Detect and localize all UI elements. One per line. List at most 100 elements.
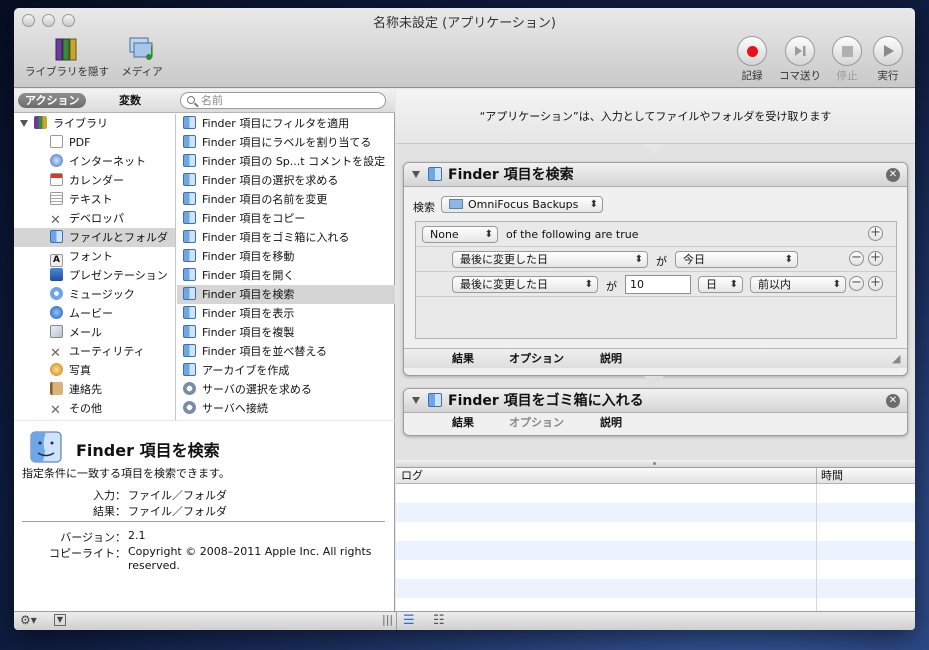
search-location-label: 検索: [413, 201, 435, 214]
cond2-unit-popup[interactable]: 日: [698, 276, 743, 293]
sidebar-item-internet[interactable]: インターネット: [14, 152, 175, 171]
list-item[interactable]: Finder 項目の名前を変更: [177, 190, 395, 209]
finder-icon: [183, 135, 196, 148]
add-criteria-button[interactable]: +: [868, 251, 883, 266]
cond2-operator: が: [606, 280, 617, 293]
library-root[interactable]: ライブラリ: [14, 114, 175, 133]
cond2-attribute-popup[interactable]: 最後に変更した日: [452, 276, 598, 293]
time-column-header[interactable]: 時間: [821, 468, 843, 484]
split-grip-icon[interactable]: |||: [382, 613, 393, 626]
disclosure-triangle-icon[interactable]: [20, 120, 28, 127]
sidebar-item-calendar[interactable]: カレンダー: [14, 171, 175, 190]
sidebar-item-files-folders[interactable]: ファイルとフォルダ: [14, 228, 175, 247]
list-item[interactable]: Finder 項目の Sp...t コメントを設定: [177, 152, 395, 171]
connector-notch: [644, 376, 664, 386]
sidebar-item-text[interactable]: テキスト: [14, 190, 175, 209]
version-value: 2.1: [128, 529, 146, 542]
sidebar-item-other[interactable]: ✕ その他: [14, 399, 175, 418]
show-description-icon[interactable]: ▼: [54, 614, 66, 626]
sidebar-item-movies[interactable]: ムービー: [14, 304, 175, 323]
list-item[interactable]: アーカイブを作成: [177, 361, 395, 380]
cond2-range-popup[interactable]: 前以内: [750, 276, 846, 293]
action-block-header[interactable]: Finder 項目をゴミ箱に入れる ✕: [404, 389, 907, 413]
copyright-label: コピーライト：: [49, 547, 126, 560]
log-column-header[interactable]: ログ: [401, 468, 423, 484]
cond1-attribute-popup[interactable]: 最後に変更した日: [452, 251, 648, 268]
list-item[interactable]: Finder 項目の選択を求める: [177, 171, 395, 190]
tab-options[interactable]: オプション: [509, 413, 564, 433]
mail-icon: [50, 325, 63, 338]
other-icon: ✕: [50, 403, 61, 418]
finder-icon: [183, 230, 196, 243]
sidebar-item-mail[interactable]: メール: [14, 323, 175, 342]
finder-icon: [30, 431, 62, 463]
run-button[interactable]: 実行: [872, 36, 904, 83]
step-button[interactable]: コマ送り: [774, 36, 826, 83]
list-item[interactable]: Finder 項目をコピー: [177, 209, 395, 228]
list-item[interactable]: サーバへ接続: [177, 399, 395, 418]
tab-variables[interactable]: 変数: [112, 93, 148, 108]
quicktime-icon: [50, 306, 63, 319]
tab-results[interactable]: 結果: [452, 413, 474, 433]
list-item[interactable]: Finder 項目を開く: [177, 266, 395, 285]
list-item-selected[interactable]: Finder 項目を検索: [177, 285, 395, 304]
cond2-number-input[interactable]: 10: [625, 275, 691, 294]
list-item[interactable]: Finder 項目にフィルタを適用: [177, 114, 395, 133]
cond1-value-popup[interactable]: 今日: [675, 251, 798, 268]
sidebar-item-presentations[interactable]: プレゼンテーション: [14, 266, 175, 285]
close-icon[interactable]: ✕: [886, 168, 900, 182]
remove-criteria-button[interactable]: −: [849, 276, 864, 291]
tab-results[interactable]: 結果: [452, 349, 474, 369]
log-table: ログ 時間: [396, 467, 915, 611]
stop-button[interactable]: 停止: [831, 36, 863, 83]
record-button[interactable]: 記録: [736, 36, 768, 83]
address-book-icon: [50, 382, 63, 395]
description-title: Finder 項目を検索: [76, 441, 220, 460]
version-label-cell: バージョン：: [14, 529, 126, 544]
tab-description[interactable]: 説明: [600, 349, 622, 369]
table-row: [396, 560, 915, 579]
remove-criteria-button[interactable]: −: [849, 251, 864, 266]
run-icon: [873, 36, 903, 66]
resize-grip-icon[interactable]: ◢: [892, 349, 900, 369]
gear-icon[interactable]: ⚙▾: [20, 613, 37, 627]
list-item[interactable]: サーバの選択を求める: [177, 380, 395, 399]
sidebar-item-utilities[interactable]: ✕ ユーティリティ: [14, 342, 175, 361]
sidebar-item-fonts[interactable]: A フォント: [14, 247, 175, 267]
media-button[interactable]: メディア: [114, 36, 170, 79]
tab-description[interactable]: 説明: [600, 413, 622, 433]
list-item[interactable]: Finder 項目を移動: [177, 247, 395, 266]
flow-view-icon[interactable]: ☷: [433, 613, 445, 628]
tab-actions[interactable]: アクション: [18, 93, 87, 108]
list-item[interactable]: Finder 項目にラベルを割り当てる: [177, 133, 395, 152]
sidebar-item-music[interactable]: ミュージック: [14, 285, 175, 304]
library-tab-bar: アクション 変数 名前: [14, 89, 395, 113]
sidebar-item-photos[interactable]: 写真: [14, 361, 175, 380]
search-location-popup[interactable]: OmniFocus Backups: [441, 196, 603, 213]
add-criteria-button[interactable]: +: [868, 226, 883, 241]
list-item[interactable]: Finder 項目をゴミ箱に入れる: [177, 228, 395, 247]
list-item[interactable]: Finder 項目を複製: [177, 323, 395, 342]
hide-library-button[interactable]: ライブラリを隠す: [22, 36, 112, 79]
bottom-bar: ⚙▾ ▼ ||| ☰ ☷: [14, 611, 915, 630]
match-popup[interactable]: None: [422, 226, 498, 243]
automator-window: 名称未設定 (アプリケーション) ライブラリを隠す メディア 記録 コマ送り 停…: [14, 8, 915, 630]
close-icon[interactable]: ✕: [886, 394, 900, 408]
sidebar-item-developer[interactable]: ✕ デベロッパ: [14, 209, 175, 228]
finder-icon: [183, 363, 196, 376]
collapse-triangle-icon[interactable]: [412, 171, 420, 178]
step-icon: [785, 36, 815, 66]
tab-options[interactable]: オプション: [509, 349, 564, 369]
sidebar-item-contacts[interactable]: 連絡先: [14, 380, 175, 399]
workflow-area[interactable]: “アプリケーション”は、入力としてファイルやフォルダを受け取ります Finder…: [396, 89, 915, 460]
list-item[interactable]: Finder 項目を並べ替える: [177, 342, 395, 361]
add-criteria-button[interactable]: +: [868, 276, 883, 291]
log-splitter[interactable]: [396, 460, 915, 467]
action-block-header[interactable]: Finder 項目を検索 ✕: [404, 163, 907, 187]
list-item[interactable]: Finder 項目を表示: [177, 304, 395, 323]
list-view-icon[interactable]: ☰: [403, 613, 415, 628]
sidebar-item-pdf[interactable]: PDF: [14, 133, 175, 152]
search-input[interactable]: 名前: [180, 92, 386, 109]
collapse-triangle-icon[interactable]: [412, 397, 420, 404]
description-summary: 指定条件に一致する項目を検索できます。: [22, 467, 230, 480]
